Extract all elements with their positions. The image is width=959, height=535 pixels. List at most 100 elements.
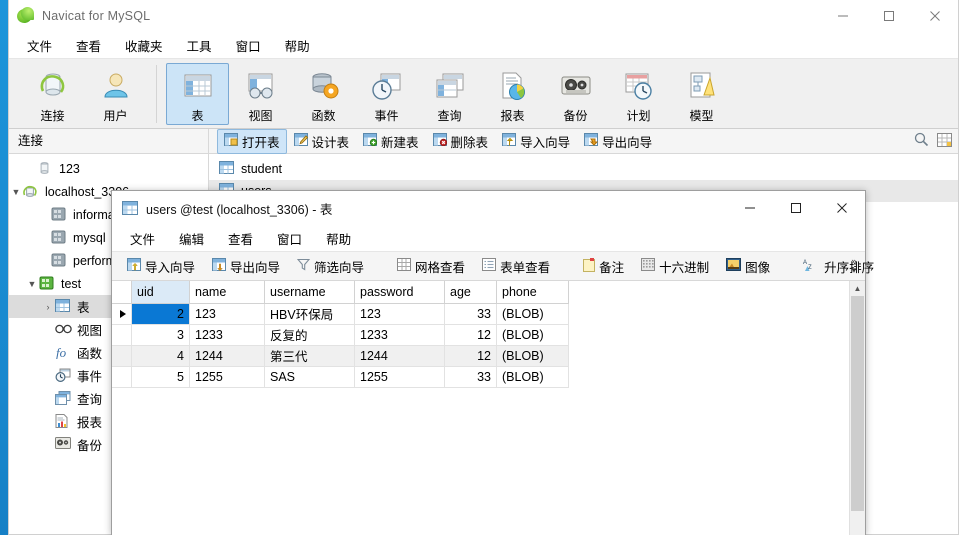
menu-window[interactable]: 窗口 <box>224 32 273 59</box>
column-header-uid[interactable]: uid <box>131 281 190 304</box>
column-header-username[interactable]: username <box>264 281 355 304</box>
cell-name[interactable]: 1244 <box>189 345 265 367</box>
cell-uid[interactable]: 4 <box>131 345 190 367</box>
cell-uid[interactable]: 2 <box>131 303 190 325</box>
scroll-up-arrow-icon[interactable]: ▲ <box>850 281 865 296</box>
cell-username[interactable]: 反复的 <box>264 324 355 346</box>
cell-phone[interactable]: (BLOB) <box>496 366 569 388</box>
close-button[interactable] <box>912 0 958 32</box>
delete-table-button[interactable]: 删除表 <box>426 129 496 154</box>
child-grid-view-button[interactable]: 网格查看 <box>390 254 472 279</box>
tree-twisty[interactable]: › <box>41 302 55 312</box>
export-wizard-button[interactable]: 导出向导 <box>577 129 659 154</box>
ribbon-model-button[interactable]: 模型 <box>670 63 733 125</box>
child-close-button[interactable] <box>819 191 865 224</box>
data-grid-area[interactable]: uid name username password age phone 2 1… <box>112 281 865 535</box>
menu-tools[interactable]: 工具 <box>175 32 224 59</box>
child-note-button[interactable]: 备注 <box>576 254 631 279</box>
new-table-icon <box>363 133 378 149</box>
cell-name[interactable]: 1233 <box>189 324 265 346</box>
child-export-wizard-button[interactable]: 导出向导 <box>205 254 287 279</box>
menu-help[interactable]: 帮助 <box>273 32 322 59</box>
cell-password[interactable]: 1255 <box>354 366 445 388</box>
child-sort-ascending-button[interactable]: AZ 升序排序 <box>796 254 881 279</box>
child-menu-help[interactable]: 帮助 <box>314 225 363 252</box>
grid-view-icon[interactable] <box>937 132 952 150</box>
cell-uid[interactable]: 3 <box>131 324 190 346</box>
column-header-name[interactable]: name <box>189 281 265 304</box>
ribbon-schedule-button[interactable]: 计划 <box>607 63 670 125</box>
child-form-view-button[interactable]: 表单查看 <box>475 254 557 279</box>
child-hex-button[interactable]: 十六进制 <box>634 254 716 279</box>
grid-vertical-scrollbar[interactable]: ▲ <box>849 281 865 535</box>
cell-username[interactable]: HBV环保局 <box>264 303 355 325</box>
tree-node-123[interactable]: 123 <box>9 157 208 180</box>
ribbon-query-label: 查询 <box>437 109 462 123</box>
scrollbar-thumb[interactable] <box>851 296 864 511</box>
list-item-student[interactable]: student <box>209 158 958 180</box>
child-import-wizard-button[interactable]: 导入向导 <box>120 254 202 279</box>
child-minimize-button[interactable] <box>727 191 773 224</box>
cell-name[interactable]: 1255 <box>189 366 265 388</box>
child-maximize-button[interactable] <box>773 191 819 224</box>
child-filter-wizard-button[interactable]: 筛选向导 <box>290 254 371 279</box>
cell-phone[interactable]: (BLOB) <box>496 345 569 367</box>
cell-password[interactable]: 1233 <box>354 324 445 346</box>
ribbon-connection-button[interactable]: 连接 <box>21 63 84 125</box>
search-icon[interactable] <box>914 132 929 150</box>
new-table-button[interactable]: 新建表 <box>356 129 426 154</box>
table-row[interactable]: 5 1255 SAS 1255 33 (BLOB) <box>112 366 569 388</box>
table-row[interactable]: 4 1244 第三代 1244 12 (BLOB) <box>112 345 569 367</box>
cell-phone[interactable]: (BLOB) <box>496 303 569 325</box>
cell-password[interactable]: 1244 <box>354 345 445 367</box>
column-header-password[interactable]: password <box>354 281 445 304</box>
ribbon-table-button[interactable]: 表 <box>166 63 229 125</box>
open-table-button[interactable]: 打开表 <box>217 128 287 154</box>
cell-username[interactable]: SAS <box>264 366 355 388</box>
child-title-bar[interactable]: users @test (localhost_3306) - 表 <box>112 191 865 225</box>
object-toolbar: 打开表 设计表 新建表 删除表 导入向导 导出向导 <box>209 128 958 154</box>
ribbon-report-button[interactable]: 报表 <box>481 63 544 125</box>
menu-file[interactable]: 文件 <box>15 32 64 59</box>
menu-favorites[interactable]: 收藏夹 <box>113 32 175 59</box>
ribbon-view-button[interactable]: 视图 <box>229 63 292 125</box>
table-row[interactable]: 2 123 HBV环保局 123 33 (BLOB) <box>112 303 569 325</box>
column-header-phone[interactable]: phone <box>496 281 569 304</box>
row-marker-cell[interactable] <box>112 345 132 367</box>
row-marker-cell[interactable] <box>112 324 132 346</box>
ribbon-event-button[interactable]: 事件 <box>355 63 418 125</box>
column-header-age[interactable]: age <box>444 281 497 304</box>
minimize-button[interactable] <box>820 0 866 32</box>
cell-name[interactable]: 123 <box>189 303 265 325</box>
ribbon-query-button[interactable]: 查询 <box>418 63 481 125</box>
child-menu-view[interactable]: 查看 <box>216 225 265 252</box>
cell-uid[interactable]: 5 <box>131 366 190 388</box>
child-menu-edit[interactable]: 编辑 <box>167 225 216 252</box>
child-menu-window[interactable]: 窗口 <box>265 225 314 252</box>
ribbon-function-button[interactable]: 函数 <box>292 63 355 125</box>
toolbar-overflow-button[interactable]: » ▾ <box>847 252 861 279</box>
cell-age[interactable]: 33 <box>444 303 497 325</box>
tree-twisty[interactable]: ▼ <box>25 279 39 289</box>
main-title-bar[interactable]: Navicat for MySQL <box>9 0 958 32</box>
row-marker-cell[interactable] <box>112 303 132 325</box>
cell-age[interactable]: 33 <box>444 366 497 388</box>
cell-password[interactable]: 123 <box>354 303 445 325</box>
child-image-button[interactable]: 图像 <box>719 254 777 279</box>
menu-view[interactable]: 查看 <box>64 32 113 59</box>
import-wizard-button[interactable]: 导入向导 <box>495 129 577 154</box>
design-table-button[interactable]: 设计表 <box>287 129 357 154</box>
ribbon-backup-button[interactable]: 备份 <box>544 63 607 125</box>
child-menu-file[interactable]: 文件 <box>118 225 167 252</box>
cell-username[interactable]: 第三代 <box>264 345 355 367</box>
tree-twisty[interactable]: ▼ <box>9 187 23 197</box>
cell-phone[interactable]: (BLOB) <box>496 324 569 346</box>
table-row[interactable]: 3 1233 反复的 1233 12 (BLOB) <box>112 324 569 346</box>
ribbon-model-label: 模型 <box>689 109 714 123</box>
maximize-button[interactable] <box>866 0 912 32</box>
ribbon-user-button[interactable]: 用户 <box>84 63 147 125</box>
cell-age[interactable]: 12 <box>444 345 497 367</box>
cell-age[interactable]: 12 <box>444 324 497 346</box>
row-marker-cell[interactable] <box>112 366 132 388</box>
data-grid[interactable]: uid name username password age phone 2 1… <box>112 281 569 388</box>
